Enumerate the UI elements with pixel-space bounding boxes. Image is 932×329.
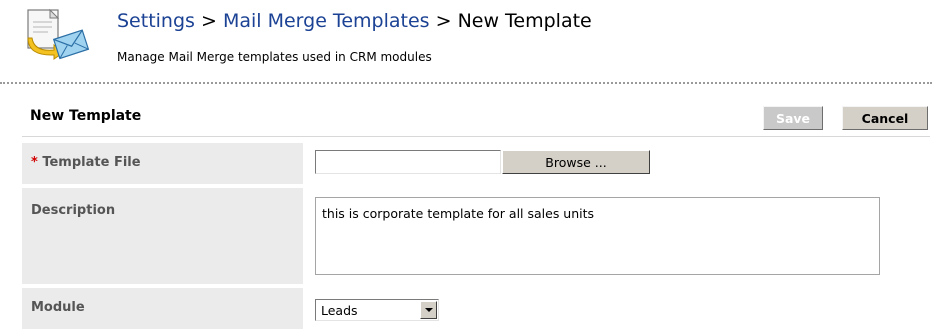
required-marker: *	[31, 155, 38, 170]
template-file-value-cell: Browse ...	[307, 143, 930, 184]
browse-button[interactable]: Browse ...	[502, 150, 650, 174]
module-row: Module Leads	[22, 288, 930, 329]
description-label: Description	[22, 188, 303, 284]
template-file-label: * Template File	[22, 143, 303, 184]
section-divider	[22, 136, 930, 137]
save-button[interactable]: Save	[763, 106, 823, 130]
template-file-row: * Template File Browse ...	[22, 143, 930, 184]
breadcrumb: Settings > Mail Merge Templates > New Te…	[117, 8, 592, 34]
template-file-label-text: Template File	[42, 155, 141, 170]
cancel-button[interactable]: Cancel	[842, 106, 928, 130]
breadcrumb-settings-link[interactable]: Settings	[117, 10, 195, 32]
module-select[interactable]: Leads	[315, 299, 439, 321]
breadcrumb-separator: >	[200, 10, 217, 32]
breadcrumb-separator: >	[435, 10, 452, 32]
module-label: Module	[22, 288, 303, 329]
dotted-divider	[0, 82, 932, 84]
description-row: Description this is corporate template f…	[22, 188, 930, 284]
chevron-down-icon[interactable]	[420, 301, 437, 319]
page-subtitle: Manage Mail Merge templates used in CRM …	[117, 50, 432, 64]
template-file-input[interactable]	[315, 150, 501, 174]
section-title: New Template	[30, 108, 142, 124]
page: Settings > Mail Merge Templates > New Te…	[0, 0, 932, 329]
description-textarea[interactable]: this is corporate template for all sales…	[315, 197, 880, 275]
module-select-value: Leads	[321, 303, 358, 318]
description-value-cell: this is corporate template for all sales…	[307, 188, 930, 284]
breadcrumb-current: New Template	[457, 10, 592, 32]
mail-merge-envelope-icon	[27, 8, 90, 60]
module-value-cell: Leads	[307, 288, 930, 329]
breadcrumb-mail-merge-templates-link[interactable]: Mail Merge Templates	[223, 10, 430, 32]
